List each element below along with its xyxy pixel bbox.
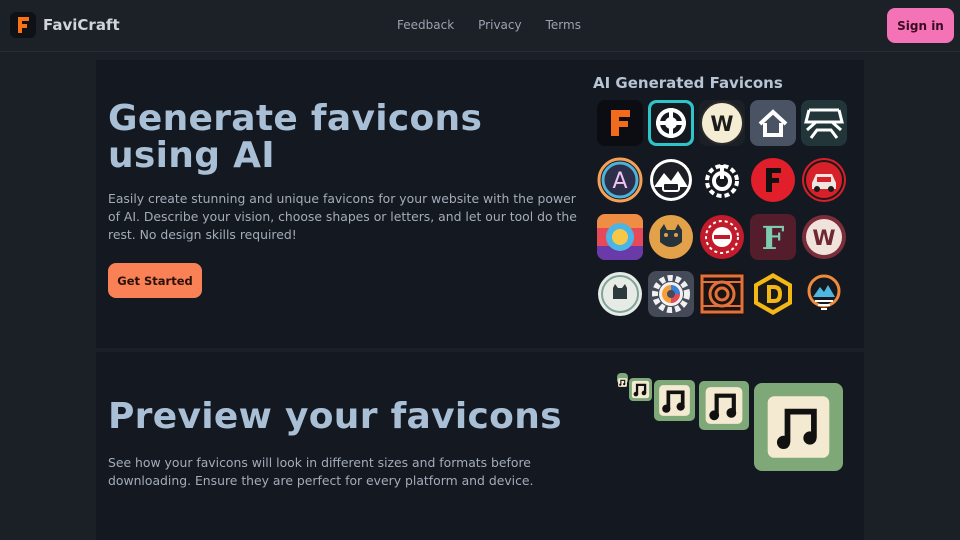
red-target-icon[interactable] bbox=[699, 214, 745, 260]
orange-concentric-icon[interactable] bbox=[699, 271, 745, 317]
gear-icon[interactable] bbox=[648, 271, 694, 317]
favicon-gallery: W A F W bbox=[597, 100, 847, 317]
music-note-icon bbox=[754, 383, 843, 471]
nav-link-privacy[interactable]: Privacy bbox=[478, 18, 521, 32]
music-note-icon bbox=[654, 380, 695, 421]
preview-description: See how your favicons will look in diffe… bbox=[108, 455, 534, 488]
preview-title: Preview your favicons bbox=[108, 396, 562, 437]
brand-name[interactable]: FaviCraft bbox=[43, 16, 120, 34]
sign-in-button[interactable]: Sign in bbox=[887, 8, 954, 43]
orange-f-icon[interactable] bbox=[597, 100, 643, 146]
nav-link-terms[interactable]: Terms bbox=[546, 18, 581, 32]
letter-f-icon[interactable] bbox=[10, 12, 36, 38]
music-note-icon bbox=[617, 373, 628, 387]
letter-a-ring-icon[interactable]: A bbox=[597, 157, 643, 203]
cat-icon[interactable] bbox=[648, 214, 694, 260]
get-started-button[interactable]: Get Started bbox=[108, 263, 202, 298]
teal-f-icon[interactable]: F bbox=[750, 214, 796, 260]
power-gauge-icon[interactable] bbox=[699, 157, 745, 203]
top-nav: FaviCraft Feedback Privacy Terms Sign in bbox=[0, 0, 960, 52]
shield-mountain-icon[interactable] bbox=[801, 271, 847, 317]
colorful-circle-icon[interactable] bbox=[597, 214, 643, 260]
mountain-car-icon[interactable] bbox=[648, 157, 694, 203]
letter-d-hexagon-icon[interactable] bbox=[750, 271, 796, 317]
nav-links: Feedback Privacy Terms bbox=[397, 18, 581, 32]
gallery-title: AI Generated Favicons bbox=[593, 74, 783, 92]
hero-title: Generate favicons using AI bbox=[108, 98, 483, 176]
svg-text:W: W bbox=[710, 112, 733, 136]
hero-section: Generate favicons using AI Easily create… bbox=[96, 60, 864, 348]
music-note-icon bbox=[699, 381, 749, 430]
pink-w-icon[interactable]: W bbox=[801, 214, 847, 260]
house-icon[interactable] bbox=[750, 100, 796, 146]
nav-link-feedback[interactable]: Feedback bbox=[397, 18, 454, 32]
svg-text:A: A bbox=[612, 169, 627, 194]
red-f-circle-icon[interactable] bbox=[750, 157, 796, 203]
cat-badge-icon[interactable] bbox=[597, 271, 643, 317]
svg-text:F: F bbox=[762, 219, 785, 257]
road-icon[interactable] bbox=[801, 100, 847, 146]
hero-description: Easily create stunning and unique favico… bbox=[108, 191, 577, 242]
letter-w-icon[interactable]: W bbox=[699, 100, 745, 146]
music-note-icon bbox=[629, 378, 652, 401]
lifebuoy-icon[interactable] bbox=[648, 100, 694, 146]
svg-text:W: W bbox=[812, 226, 835, 250]
red-car-icon[interactable] bbox=[801, 157, 847, 203]
